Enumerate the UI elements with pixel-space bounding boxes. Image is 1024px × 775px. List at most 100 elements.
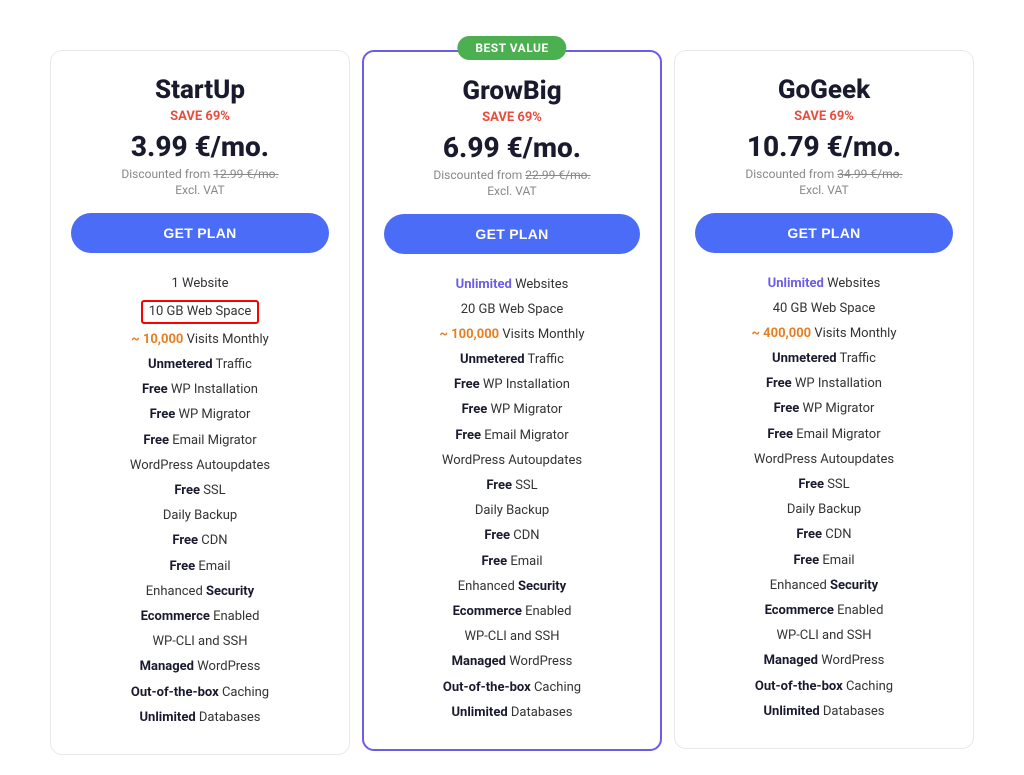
feature-item: Unmetered Traffic xyxy=(384,348,640,373)
bold-feature: Unlimited xyxy=(139,710,195,725)
feature-item: Enhanced Security xyxy=(695,573,953,598)
discounted-from-startup: Discounted from 12.99 €/mo. xyxy=(71,167,329,181)
feature-item: Unlimited Websites xyxy=(695,271,953,296)
bold-feature: Security xyxy=(518,579,566,594)
bold-feature: Free xyxy=(172,533,198,548)
features-list-growbig: Unlimited Websites20 GB Web Space~ 100,0… xyxy=(384,272,640,725)
feature-item: Free WP Migrator xyxy=(695,397,953,422)
feature-item: Daily Backup xyxy=(384,499,640,524)
bold-feature: Free xyxy=(462,402,488,417)
feature-item: Free WP Installation xyxy=(695,372,953,397)
feature-item: Unmetered Traffic xyxy=(71,353,329,378)
bold-feature: Ecommerce xyxy=(141,609,210,624)
feature-item: Free Email xyxy=(384,549,640,574)
feature-item: 1 Website xyxy=(71,271,329,296)
bold-feature: Out-of-the-box xyxy=(755,679,843,694)
plan-card-startup: StartUp SAVE 69% 3.99 €/mo. Discounted from… xyxy=(50,50,350,755)
bold-feature: Ecommerce xyxy=(765,603,834,618)
discounted-from-growbig: Discounted from 22.99 €/mo. xyxy=(384,168,640,182)
bold-feature: Unlimited xyxy=(451,705,507,720)
price-gogeek: 10.79 €/mo. xyxy=(695,130,953,163)
bold-feature: Unmetered xyxy=(460,352,525,367)
bold-feature: Free xyxy=(169,559,195,574)
bold-feature: Free xyxy=(142,382,168,397)
bold-feature: Free xyxy=(455,428,481,443)
bold-feature: Free xyxy=(481,554,507,569)
bold-feature: Managed xyxy=(764,653,818,668)
bold-feature: Free xyxy=(150,407,176,422)
visits-highlight: ~ 100,000 xyxy=(440,327,500,342)
feature-item: 40 GB Web Space xyxy=(695,296,953,321)
feature-item: ~ 10,000 Visits Monthly xyxy=(71,327,329,352)
excl-vat-gogeek: Excl. VAT xyxy=(695,183,953,197)
features-list-gogeek: Unlimited Websites40 GB Web Space~ 400,0… xyxy=(695,271,953,724)
bold-feature: Free xyxy=(798,477,824,492)
feature-item: Free WP Migrator xyxy=(71,403,329,428)
save-badge-startup: SAVE 69% xyxy=(71,109,329,124)
feature-item: Daily Backup xyxy=(71,504,329,529)
feature-item: Free CDN xyxy=(384,524,640,549)
feature-item: WP-CLI and SSH xyxy=(384,625,640,650)
feature-item: Free Email Migrator xyxy=(71,428,329,453)
feature-item: ~ 400,000 Visits Monthly xyxy=(695,321,953,346)
feature-item: Managed WordPress xyxy=(695,649,953,674)
feature-item: Managed WordPress xyxy=(71,655,329,680)
feature-item: Ecommerce Enabled xyxy=(695,598,953,623)
bold-feature: Free xyxy=(484,528,510,543)
feature-item: Free WP Installation xyxy=(384,373,640,398)
bold-feature: Unmetered xyxy=(148,357,213,372)
feature-item: Free SSL xyxy=(71,479,329,504)
feature-item: Free WP Installation xyxy=(71,378,329,403)
bold-feature: Free xyxy=(454,377,480,392)
plan-name-gogeek: GoGeek xyxy=(695,75,953,105)
bold-feature: Free xyxy=(774,401,800,416)
feature-item: Free CDN xyxy=(71,529,329,554)
purple-highlight: Unlimited xyxy=(768,276,824,291)
bold-feature: Ecommerce xyxy=(453,604,522,619)
bold-feature: Security xyxy=(206,584,254,599)
feature-item: Ecommerce Enabled xyxy=(384,599,640,624)
bold-feature: Security xyxy=(830,578,878,593)
feature-item: Free Email Migrator xyxy=(695,422,953,447)
plan-card-gogeek: GoGeekSAVE 69%10.79 €/mo.Discounted from… xyxy=(674,50,974,749)
excl-vat-startup: Excl. VAT xyxy=(71,183,329,197)
feature-item: Unlimited Databases xyxy=(695,699,953,724)
bold-feature: Free xyxy=(767,427,793,442)
bold-feature: Free xyxy=(766,376,792,391)
get-plan-button-growbig[interactable]: GET PLAN xyxy=(384,214,640,254)
plans-container: StartUp SAVE 69% 3.99 €/mo. Discounted from… xyxy=(10,20,1014,755)
feature-item: Out-of-the-box Caching xyxy=(384,675,640,700)
feature-item: WordPress Autoupdates xyxy=(71,453,329,478)
bold-feature: Free xyxy=(143,433,169,448)
visits-highlight: ~ 400,000 xyxy=(752,326,812,341)
bold-feature: Managed xyxy=(140,659,194,674)
bold-feature: Unmetered xyxy=(772,351,837,366)
plan-name-startup: StartUp xyxy=(71,75,329,105)
feature-item: ~ 100,000 Visits Monthly xyxy=(384,322,640,347)
get-plan-button-gogeek[interactable]: GET PLAN xyxy=(695,213,953,253)
feature-item: WordPress Autoupdates xyxy=(384,448,640,473)
feature-item: WP-CLI and SSH xyxy=(71,630,329,655)
bold-feature: Unlimited xyxy=(763,704,819,719)
feature-item: Managed WordPress xyxy=(384,650,640,675)
bold-feature: Free xyxy=(793,553,819,568)
save-badge-gogeek: SAVE 69% xyxy=(695,109,953,124)
bold-feature: Free xyxy=(174,483,200,498)
feature-item: Out-of-the-box Caching xyxy=(71,680,329,705)
bold-feature: Out-of-the-box xyxy=(131,685,219,700)
feature-item: WordPress Autoupdates xyxy=(695,447,953,472)
feature-item: Free CDN xyxy=(695,523,953,548)
feature-item: Enhanced Security xyxy=(384,574,640,599)
feature-item: Unlimited Databases xyxy=(384,700,640,725)
feature-item: Free SSL xyxy=(695,473,953,498)
excl-vat-growbig: Excl. VAT xyxy=(384,184,640,198)
get-plan-button-startup[interactable]: GET PLAN xyxy=(71,213,329,253)
feature-item: Free Email Migrator xyxy=(384,423,640,448)
feature-item: 20 GB Web Space xyxy=(384,297,640,322)
feature-item: Daily Backup xyxy=(695,498,953,523)
plan-card-growbig: BEST VALUEGrowBigSAVE 69%6.99 €/mo.Disco… xyxy=(362,50,662,751)
feature-item: Unlimited Websites xyxy=(384,272,640,297)
best-value-badge: BEST VALUE xyxy=(457,36,566,60)
price-startup: 3.99 €/mo. xyxy=(71,130,329,163)
feature-item: Free SSL xyxy=(384,474,640,499)
